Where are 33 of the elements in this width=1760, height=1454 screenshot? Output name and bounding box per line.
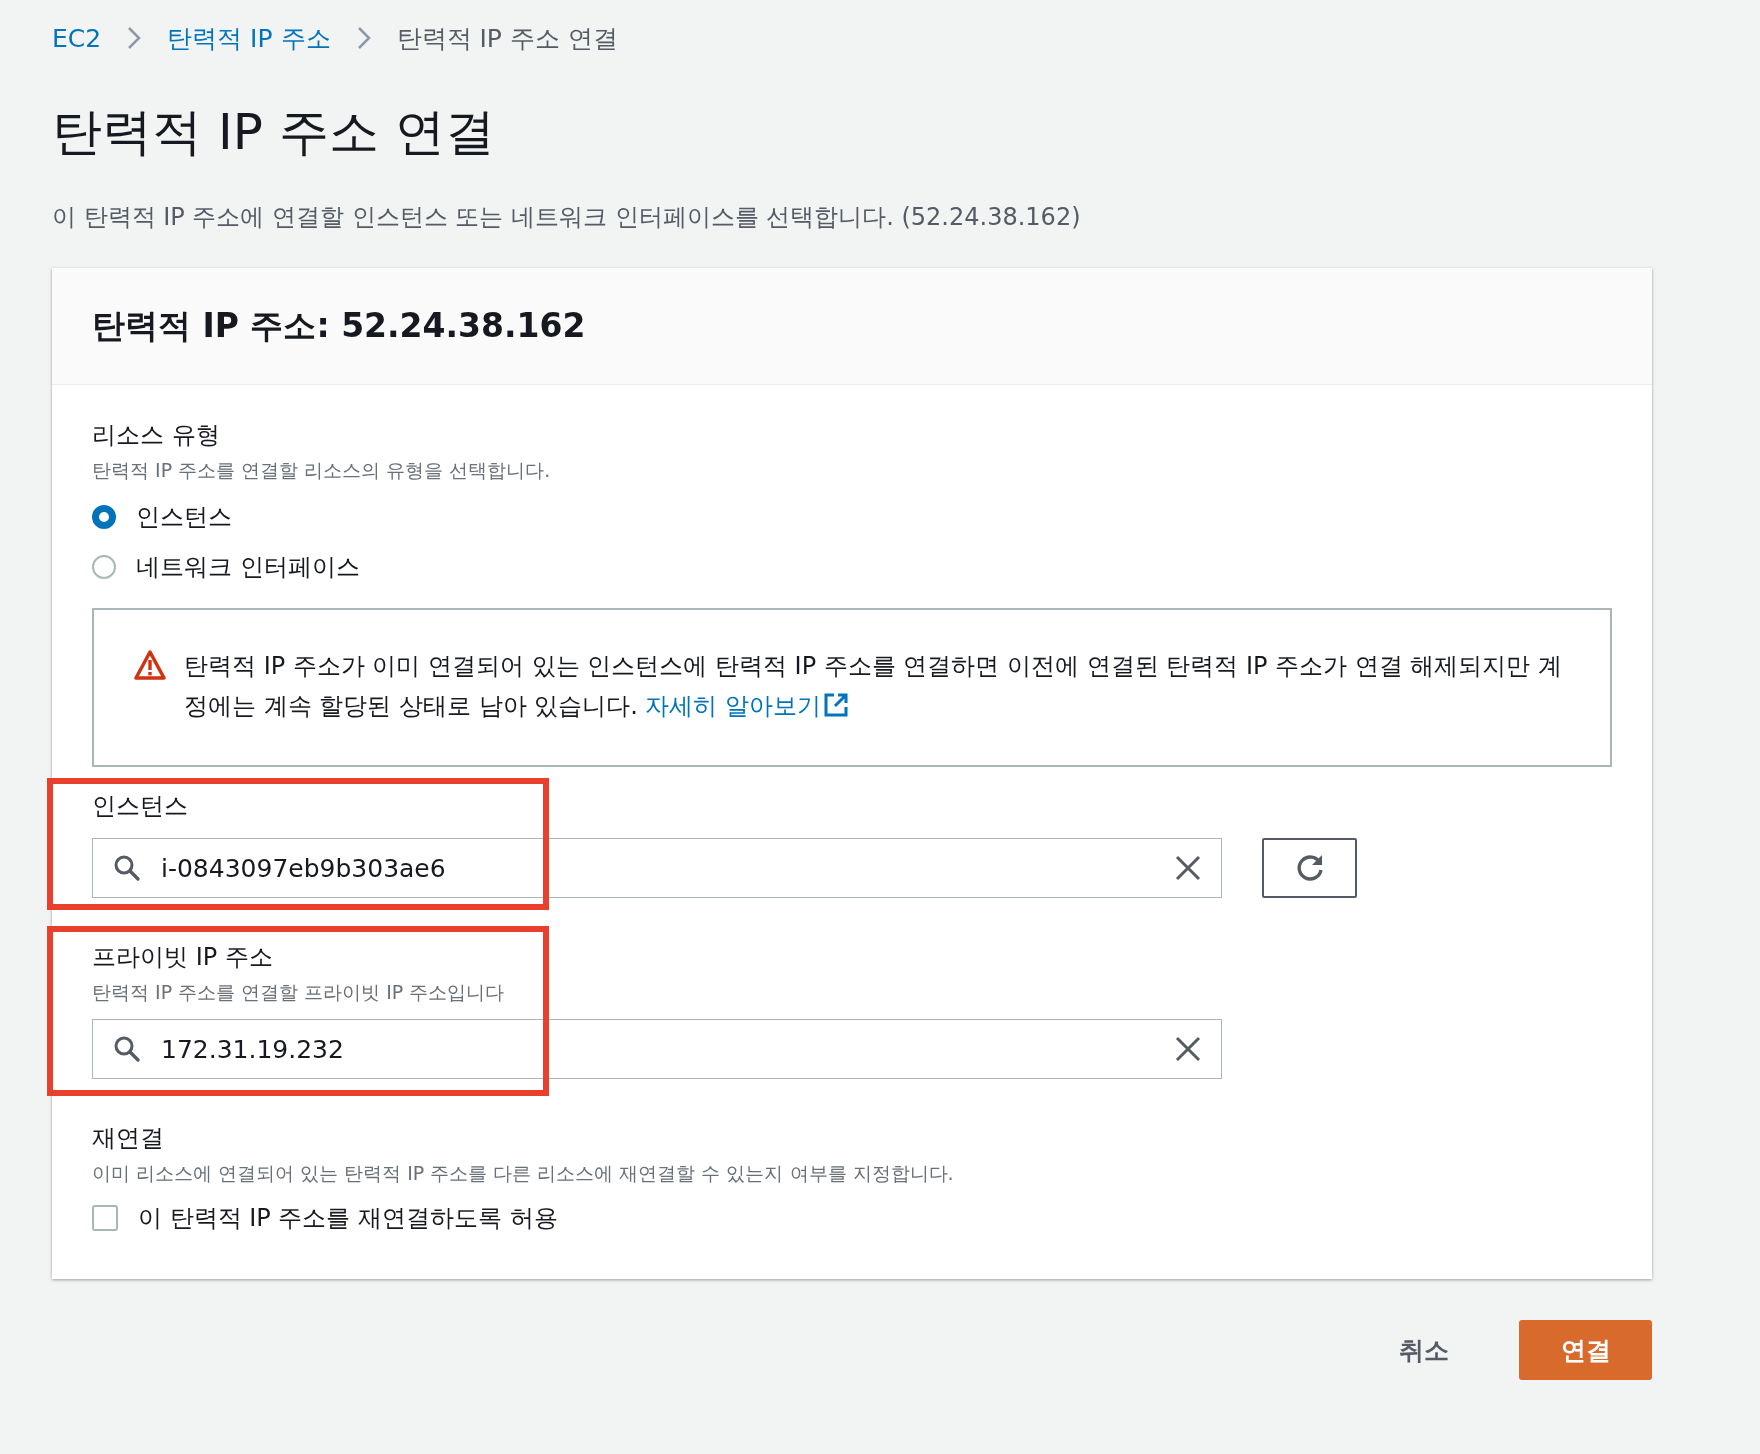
search-icon — [113, 854, 141, 882]
breadcrumb-current: 탄력적 IP 주소 연결 — [396, 22, 618, 55]
radio-button[interactable] — [92, 505, 116, 529]
field-label: 인스턴스 — [92, 791, 188, 822]
private-ip-search-field[interactable]: 172.31.19.232 — [92, 1019, 1222, 1079]
chevron-right-icon — [127, 26, 142, 50]
clear-icon[interactable] — [1175, 1036, 1201, 1062]
field-hint: 탄력적 IP 주소를 연결할 프라이빗 IP 주소입니다 — [92, 980, 505, 1005]
breadcrumb-link[interactable]: 탄력적 IP 주소 — [167, 21, 331, 55]
field-hint: 이미 리소스에 연결되어 있는 탄력적 IP 주소를 다른 리소스에 재연결할 수 있는지 여부를 지정합니다. — [92, 1161, 954, 1186]
instance-search-field[interactable]: i-0843097eb9b303ae6 — [92, 838, 1222, 898]
search-icon — [113, 1035, 141, 1063]
external-link-icon[interactable] — [823, 692, 850, 718]
checkbox-label[interactable]: 이 탄력적 IP 주소를 재연결하도록 허용 — [138, 1202, 558, 1234]
cancel-button[interactable]: 취소 — [1369, 1320, 1479, 1380]
clear-icon[interactable] — [1175, 855, 1201, 881]
radio-label[interactable]: 네트워크 인터페이스 — [136, 551, 360, 583]
warning-icon — [134, 650, 166, 680]
checkbox[interactable] — [92, 1205, 118, 1231]
field-label: 재연결 — [92, 1123, 164, 1154]
radio-button[interactable] — [92, 555, 116, 579]
learn-more-link[interactable]: 자세히 알아보기 — [645, 692, 850, 720]
breadcrumb-link[interactable]: EC2 — [52, 23, 102, 53]
field-hint: 탄력적 IP 주소를 연결할 리소스의 유형을 선택합니다. — [92, 458, 551, 483]
page-title: 탄력적 IP 주소 연결 — [52, 102, 496, 162]
warning-message: 탄력적 IP 주소가 이미 연결되어 있는 인스턴스에 탄력적 IP 주소를 연결하면 이전에 연결된 탄력적 IP 주소가 연결 해제되지만 계정에는 계속 할당된 상태로 남아 있습니다. 자세히 알아보기 — [184, 651, 1563, 722]
field-label: 프라이빗 IP 주소 — [92, 942, 273, 973]
radio-label[interactable]: 인스턴스 — [136, 501, 232, 533]
field-label: 리소스 유형 — [92, 420, 220, 451]
refresh-button[interactable] — [1262, 838, 1357, 898]
page-description: 이 탄력적 IP 주소에 연결할 인스턴스 또는 네트워크 인터페이스를 선택합니다. (52.24.38.162) — [52, 202, 1082, 232]
card-title: 탄력적 IP 주소: 52.24.38.162 — [92, 304, 586, 347]
chevron-right-icon — [356, 26, 371, 50]
